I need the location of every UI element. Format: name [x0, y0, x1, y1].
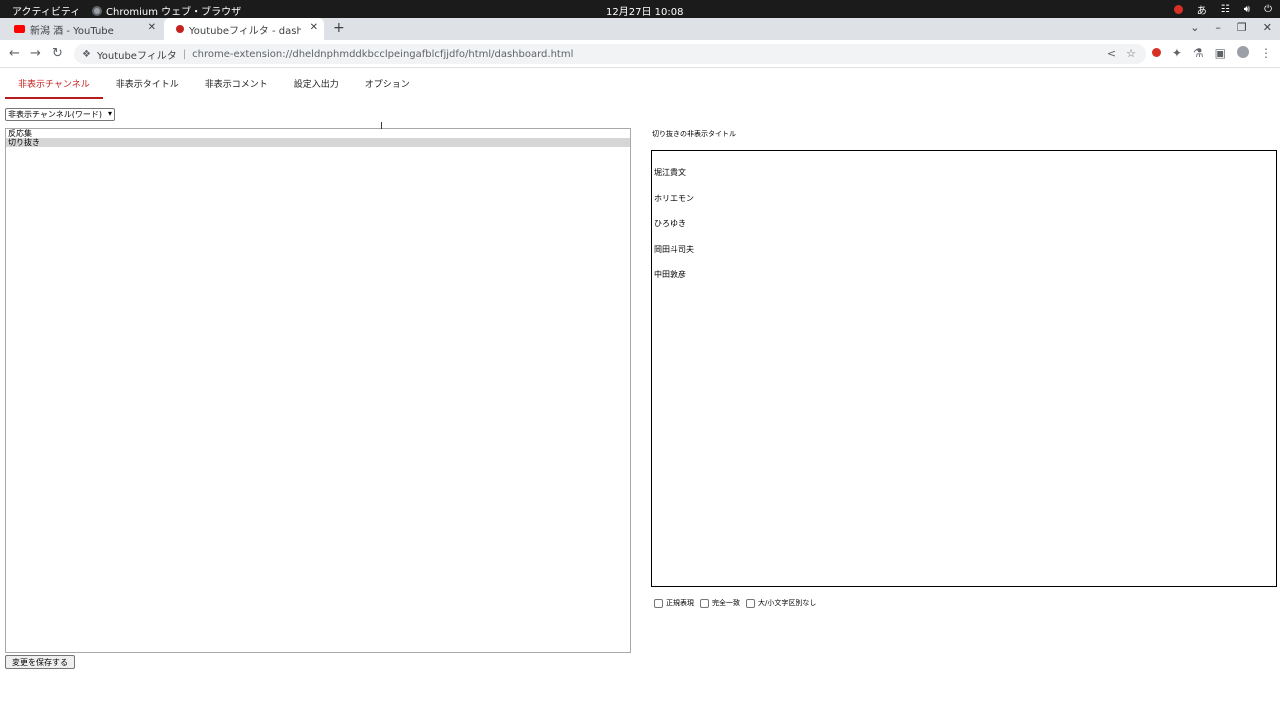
- star-icon[interactable]: ☆: [1126, 47, 1136, 60]
- text-cursor-icon: I: [380, 121, 383, 132]
- tab-title: 新潟 酒 - YouTube: [30, 25, 114, 37]
- exact-match-option[interactable]: 完全一致: [700, 598, 740, 608]
- side-panel-icon[interactable]: ▣: [1215, 46, 1226, 60]
- tab-options[interactable]: オプション: [352, 77, 423, 99]
- tab-title: Youtubeフィルタ - dashbo: [189, 25, 301, 37]
- textarea-line: 中田敦彦: [654, 270, 686, 279]
- list-item-selected[interactable]: 切り抜き: [6, 138, 630, 147]
- app-name-label: Chromium ウェブ・ブラウザ: [106, 7, 242, 18]
- list-item[interactable]: 反応集: [6, 129, 630, 138]
- browser-tab-youtube[interactable]: 新潟 酒 - YouTube ✕: [2, 18, 162, 40]
- regex-checkbox[interactable]: [654, 598, 663, 608]
- textarea-line: ひろゆき: [654, 219, 686, 228]
- os-top-bar: アクティビティ Chromium ウェブ・ブラウザ 12月27日 10:08 あ…: [0, 0, 1280, 18]
- lab-icon[interactable]: ⚗: [1193, 46, 1204, 60]
- puzzle-icon: ❖: [82, 48, 91, 60]
- channel-word-list[interactable]: 反応集 切り抜き: [5, 128, 631, 653]
- back-icon[interactable]: ←: [9, 46, 20, 61]
- chevron-down-icon: ▾: [107, 109, 112, 118]
- browser-toolbar: ← → ↻ ❖ Youtubeフィルタ | chrome-extension:/…: [0, 40, 1280, 68]
- chromium-icon: [92, 5, 102, 16]
- tab-strip: 新潟 酒 - YouTube ✕ Youtubeフィルタ - dashbo ✕ …: [0, 18, 1280, 40]
- case-insensitive-checkbox[interactable]: [746, 598, 755, 608]
- textarea-line: 堀江貴文: [654, 168, 686, 177]
- reload-icon[interactable]: ↻: [52, 46, 63, 61]
- power-icon: ⏻: [1264, 4, 1272, 15]
- mode-select[interactable]: 非表示チャンネル(ワード) ▾: [5, 108, 115, 121]
- extension-name: Youtubeフィルタ: [96, 50, 177, 62]
- url-text[interactable]: chrome-extension://dheldnphmddkbcclpeing…: [192, 49, 573, 60]
- close-window-icon[interactable]: ✕: [1263, 21, 1272, 34]
- browser-tab-dashboard[interactable]: Youtubeフィルタ - dashbo ✕: [164, 18, 324, 40]
- match-options: 正規表現 完全一致 大/小文字区別なし: [654, 598, 822, 608]
- regex-option[interactable]: 正規表現: [654, 598, 694, 608]
- network-icon: ☷: [1220, 4, 1230, 15]
- tab-hidden-comments[interactable]: 非表示コメント: [192, 77, 281, 99]
- tab-hidden-channels[interactable]: 非表示チャンネル: [5, 77, 103, 99]
- textarea-line: 岡田斗司夫: [654, 244, 694, 254]
- dashboard-page: 非表示チャンネル 非表示タイトル 非表示コメント 設定入出力 オプション 非表示…: [0, 69, 1280, 720]
- new-tab-button[interactable]: +: [333, 20, 345, 36]
- hidden-titles-textarea[interactable]: 堀江貴文 ホリエモン ひろゆき 岡田斗司夫 中田敦彦: [651, 150, 1277, 587]
- system-tray[interactable]: あ ☷ 🔊︎ ⏻: [1173, 2, 1272, 17]
- address-bar[interactable]: ❖ Youtubeフィルタ | chrome-extension://dheld…: [74, 44, 1146, 64]
- toolbar-actions: ✦ ⚗ ▣ ⋮: [1151, 46, 1272, 60]
- textarea-line: ホリエモン: [654, 193, 694, 203]
- exact-match-checkbox[interactable]: [700, 598, 709, 608]
- close-icon[interactable]: ✕: [148, 22, 156, 33]
- restore-icon[interactable]: ❐: [1237, 21, 1247, 34]
- case-insensitive-option[interactable]: 大/小文字区別なし: [746, 598, 816, 608]
- exact-match-label: 完全一致: [712, 599, 740, 607]
- hidden-titles-heading: 切り抜きの非表示タイトル: [652, 130, 736, 138]
- filter-extension-icon[interactable]: [1151, 48, 1161, 57]
- forward-icon[interactable]: →: [30, 46, 41, 61]
- case-insensitive-label: 大/小文字区別なし: [758, 599, 817, 607]
- app-menu[interactable]: Chromium ウェブ・ブラウザ: [92, 3, 241, 18]
- input-method-indicator[interactable]: あ: [1197, 2, 1207, 17]
- clock[interactable]: 12月27日 10:08: [606, 3, 683, 18]
- close-icon[interactable]: ✕: [310, 22, 318, 33]
- volume-icon: 🔊︎: [1243, 4, 1251, 15]
- mode-select-value: 非表示チャンネル(ワード): [8, 110, 103, 119]
- window-controls: ⌄ – ❐ ✕: [1190, 21, 1272, 34]
- profile-avatar[interactable]: [1237, 46, 1249, 58]
- menu-icon[interactable]: ⋮: [1260, 46, 1272, 60]
- extension-icon: [176, 25, 184, 33]
- omnibox-separator: |: [182, 48, 187, 60]
- tab-settings-io[interactable]: 設定入出力: [281, 77, 352, 99]
- tab-search-icon[interactable]: ⌄: [1190, 21, 1199, 34]
- regex-label: 正規表現: [666, 599, 694, 607]
- extensions-icon[interactable]: ✦: [1172, 46, 1182, 60]
- omnibox-actions: < ☆: [1107, 47, 1136, 60]
- recording-icon: [1173, 5, 1183, 14]
- share-icon[interactable]: <: [1107, 47, 1116, 60]
- activities-button[interactable]: アクティビティ: [12, 3, 80, 18]
- minimize-icon[interactable]: –: [1215, 21, 1221, 34]
- dashboard-tabs: 非表示チャンネル 非表示タイトル 非表示コメント 設定入出力 オプション: [5, 77, 423, 99]
- tab-hidden-titles[interactable]: 非表示タイトル: [103, 77, 192, 99]
- save-button[interactable]: 変更を保存する: [5, 655, 75, 669]
- youtube-icon: [14, 25, 25, 33]
